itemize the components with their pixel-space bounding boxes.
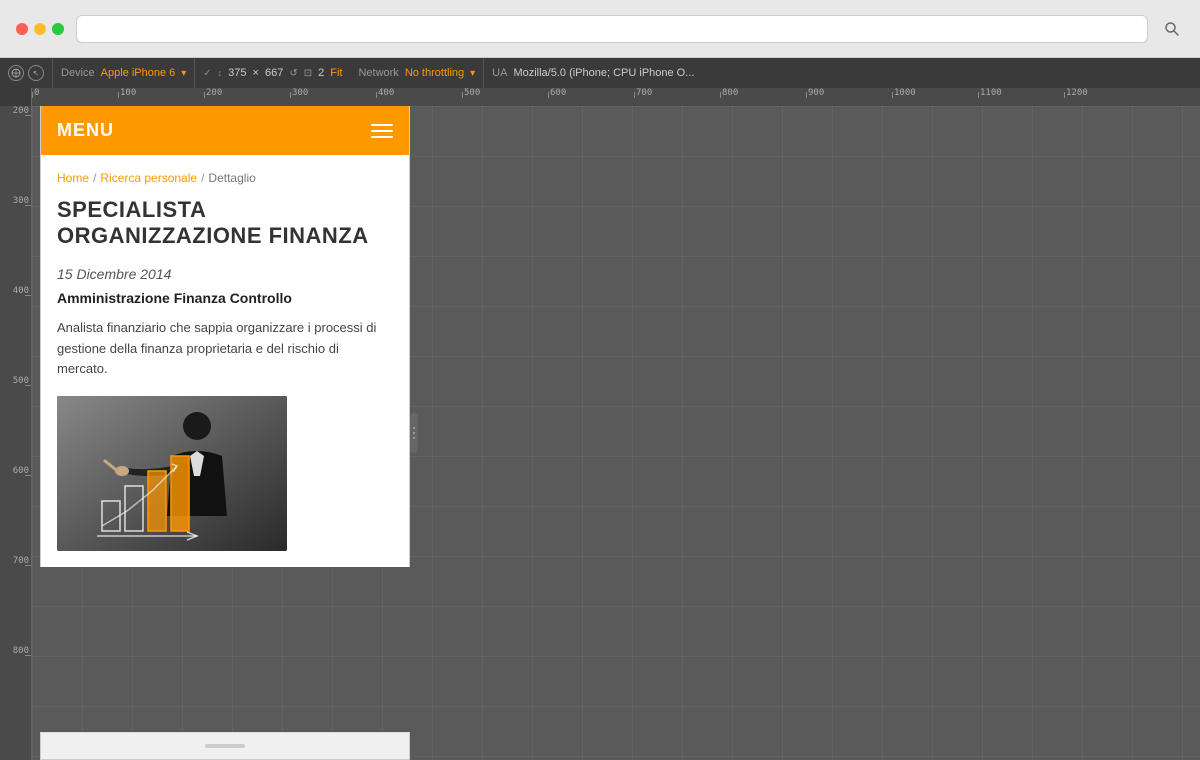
mobile-nav-title: MENU	[57, 120, 114, 141]
device-frame: MENU Home / Ricerca personale / Dettagli…	[40, 106, 410, 567]
ruler-v-700: 700	[0, 556, 31, 566]
ruler-tick-700: 700	[634, 88, 652, 98]
hamburger-icon[interactable]	[371, 124, 393, 138]
home-indicator	[205, 744, 245, 748]
post-image	[57, 396, 287, 551]
network-section: Network No throttling ▾	[350, 58, 484, 88]
ruler-tick-200: 200	[204, 88, 222, 98]
breadcrumb-sep-2: /	[201, 171, 204, 185]
breadcrumb-home[interactable]: Home	[57, 171, 89, 185]
ruler-vertical: 200 300 400 500 600 700 800	[0, 106, 32, 760]
ruler-tick-500: 500	[462, 88, 480, 98]
ruler-tick-900: 900	[806, 88, 824, 98]
ruler-h-track: 0 100 200 300 400 500 600 700 800 900 10…	[32, 88, 1200, 106]
checkbox-w: ✓	[203, 68, 211, 79]
hamburger-line-2	[371, 130, 393, 132]
network-label: Network	[358, 67, 398, 79]
maximize-button[interactable]	[52, 23, 64, 35]
device-bottom	[40, 732, 410, 760]
toolbar-icons: ↖	[0, 58, 53, 88]
viewport-width[interactable]: 375	[228, 67, 246, 79]
rotate-icon[interactable]: ↺	[289, 68, 297, 79]
ruler-horizontal: 0 100 200 300 400 500 600 700 800 900 10…	[0, 88, 1200, 106]
hamburger-line-3	[371, 136, 393, 138]
breadcrumb: Home / Ricerca personale / Dettaglio	[57, 171, 393, 185]
post-body: Analista finanziario che sappia organizz…	[57, 318, 393, 380]
ruler-tick-100: 100	[118, 88, 136, 98]
device-dropdown-arrow[interactable]: ▾	[181, 68, 186, 79]
ruler-tick-800: 800	[720, 88, 738, 98]
ruler-tick-0: 0	[32, 88, 39, 98]
search-icon[interactable]	[1160, 17, 1184, 41]
ruler-v-300: 300	[0, 196, 31, 206]
cursor-icon[interactable]: ↖	[28, 65, 44, 81]
ruler-tick-400: 400	[376, 88, 394, 98]
breadcrumb-sep-1: /	[93, 171, 96, 185]
viewport-height[interactable]: 667	[265, 67, 283, 79]
network-value: No throttling	[405, 67, 464, 79]
ua-label: UA	[492, 67, 507, 79]
breadcrumb-section[interactable]: Ricerca personale	[100, 171, 197, 185]
traffic-lights	[16, 23, 64, 35]
close-button[interactable]	[16, 23, 28, 35]
viewport-area: MENU Home / Ricerca personale / Dettagli…	[32, 106, 1200, 760]
ua-value: Mozilla/5.0 (iPhone; CPU iPhone O...	[513, 67, 694, 79]
ruler-v-500: 500	[0, 376, 31, 386]
responsive-icon[interactable]	[8, 65, 24, 81]
screenshot-count: 2	[318, 67, 324, 79]
network-dropdown-arrow[interactable]: ▾	[470, 68, 475, 79]
browser-chrome	[0, 0, 1200, 58]
breadcrumb-current: Dettaglio	[208, 171, 255, 185]
post-category: Amministrazione Finanza Controllo	[57, 290, 393, 306]
main-area: 200 300 400 500 600 700 800 MENU	[0, 106, 1200, 760]
fit-label[interactable]: Fit	[330, 67, 342, 79]
resize-handle[interactable]	[410, 413, 418, 453]
minimize-button[interactable]	[34, 23, 46, 35]
resize-dot-1	[413, 427, 415, 429]
ruler-v-800: 800	[0, 646, 31, 656]
resize-dot-2	[413, 432, 415, 434]
ua-section: UA Mozilla/5.0 (iPhone; CPU iPhone O...	[484, 58, 702, 88]
ruler-v-600: 600	[0, 466, 31, 476]
hamburger-line-1	[371, 124, 393, 126]
ruler-tick-1000: 1000	[892, 88, 916, 98]
address-bar[interactable]	[76, 15, 1148, 43]
device-value: Apple iPhone 6	[101, 67, 176, 79]
ruler-tick-1200: 1200	[1064, 88, 1088, 98]
resize-dot-3	[413, 437, 415, 439]
page-title: SPECIALISTA ORGANIZZAZIONE FINANZA	[57, 197, 393, 250]
device-section: Device Apple iPhone 6 ▾	[53, 58, 195, 88]
ruler-v-400: 400	[0, 286, 31, 296]
dims-x: ×	[253, 67, 259, 79]
devtools-toolbar: ↖ Device Apple iPhone 6 ▾ ✓ ↕ 375 × 667 …	[0, 58, 1200, 88]
ruler-tick-1100: 1100	[978, 88, 1002, 98]
screenshot-icon: ⊡	[304, 68, 312, 79]
ruler-v-200: 200	[0, 106, 31, 116]
dims-section: ✓ ↕ 375 × 667 ↺ ⊡ 2 Fit	[195, 58, 350, 88]
device-label: Device	[61, 67, 95, 79]
post-date: 15 Dicembre 2014	[57, 266, 393, 282]
ruler-tick-600: 600	[548, 88, 566, 98]
ruler-corner	[0, 88, 32, 106]
ruler-tick-300: 300	[290, 88, 308, 98]
l-icon: ↕	[218, 68, 223, 78]
resize-dots	[413, 427, 415, 439]
mobile-nav: MENU	[41, 106, 409, 155]
mobile-content: Home / Ricerca personale / Dettaglio SPE…	[41, 155, 409, 567]
